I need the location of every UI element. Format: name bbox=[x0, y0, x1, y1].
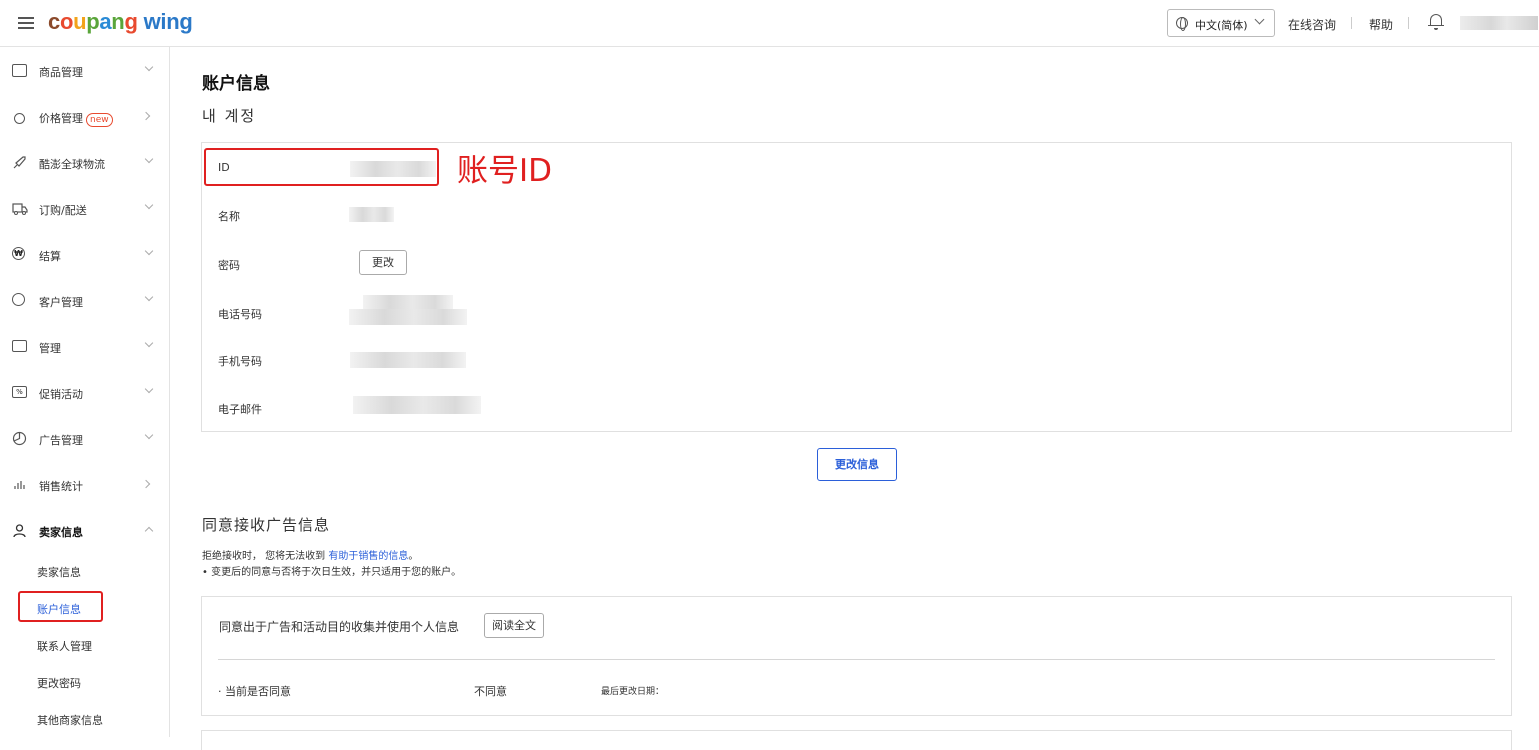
field-label-email: 电子邮件 bbox=[218, 403, 262, 416]
name-value-redacted bbox=[349, 207, 394, 222]
sidebar: 商品管理 价格管理 new 酷澎全球物流 订购/配送 ₩ 结算 客户管理 管理 %… bbox=[0, 47, 170, 737]
divider bbox=[1351, 17, 1352, 29]
field-label-password: 密码 bbox=[218, 259, 240, 272]
sidebar-item-label: 酷澎全球物流 bbox=[39, 158, 105, 171]
bell-icon[interactable] bbox=[1428, 13, 1444, 30]
sidebar-item-label: 销售统计 bbox=[39, 480, 83, 493]
sales-info-link[interactable]: 有助于销售的信息 bbox=[328, 551, 408, 562]
bars-icon bbox=[12, 477, 27, 492]
consent-status-value: 不同意 bbox=[474, 685, 507, 698]
ad-consent-bullet: • 变更后的同意与否将于次日生效，并只适用于您的账户。 bbox=[202, 567, 462, 578]
update-info-button[interactable]: 更改信息 bbox=[817, 448, 897, 481]
sidebar-item-customer-management[interactable]: 客户管理 bbox=[0, 285, 169, 315]
chevron-right-icon bbox=[141, 111, 151, 121]
sidebar-item-settlement[interactable]: ₩ 结算 bbox=[0, 239, 169, 269]
divider bbox=[218, 659, 1495, 660]
sidebar-item-ad-management[interactable]: 广告管理 bbox=[0, 423, 169, 453]
email-value-redacted bbox=[353, 396, 481, 414]
sidebar-item-label: 管理 bbox=[39, 342, 61, 355]
sidebar-item-order-delivery[interactable]: 订购/配送 bbox=[0, 193, 169, 223]
language-select[interactable]: 中文(简体) bbox=[1167, 9, 1275, 37]
smile-icon bbox=[12, 293, 25, 306]
subnav-change-password[interactable]: 更改密码 bbox=[37, 675, 81, 691]
field-label-phone: 电话号码 bbox=[218, 308, 262, 321]
account-section-title: 내 계정 bbox=[202, 107, 257, 125]
sidebar-item-label: 促销活动 bbox=[39, 388, 83, 401]
chevron-down-icon bbox=[144, 384, 154, 394]
sidebar-item-label: 订购/配送 bbox=[39, 204, 87, 217]
ad-consent-note: 拒绝接收时， 您将无法收到 有助于销售的信息。 bbox=[202, 551, 419, 562]
subnav-seller-info[interactable]: 卖家信息 bbox=[37, 564, 81, 580]
chevron-down-icon bbox=[144, 200, 154, 210]
sidebar-item-product-management[interactable]: 商品管理 bbox=[0, 55, 169, 85]
page-title: 账户信息 bbox=[202, 74, 270, 94]
annotation-account-id: 账号ID bbox=[457, 153, 553, 189]
field-label-mobile: 手机号码 bbox=[218, 355, 262, 368]
store-icon bbox=[12, 340, 27, 352]
new-badge: new bbox=[86, 113, 113, 127]
sidebar-item-label: 商品管理 bbox=[39, 66, 83, 79]
chevron-down-icon bbox=[144, 338, 154, 348]
globe-icon bbox=[1176, 17, 1188, 31]
top-bar: coupang wing 中文(简体) 在线咨询 帮助 bbox=[0, 0, 1539, 47]
field-label-id: ID bbox=[218, 161, 230, 174]
sidebar-item-label: 结算 bbox=[39, 250, 61, 263]
sidebar-item-price-management[interactable]: 价格管理 new bbox=[0, 101, 169, 131]
chevron-down-icon bbox=[144, 246, 154, 256]
box-icon bbox=[12, 64, 27, 77]
help-link[interactable]: 帮助 bbox=[1369, 16, 1393, 33]
ad-consent-section-title: 同意接收广告信息 bbox=[202, 516, 331, 534]
last-changed-label: 最后更改日期： bbox=[601, 687, 665, 697]
divider bbox=[1408, 17, 1409, 29]
sidebar-item-seller-info[interactable]: 卖家信息 bbox=[0, 515, 169, 545]
sidebar-item-label: 广告管理 bbox=[39, 434, 83, 447]
ad-consent-card: 同意出于广告和活动目的收集并使用个人信息 阅读全文 · 当前是否同意 不同意 最… bbox=[201, 596, 1512, 716]
mobile-value-redacted bbox=[350, 352, 466, 368]
chevron-down-icon bbox=[144, 62, 154, 72]
chevron-down-icon bbox=[144, 292, 154, 302]
main-content: 账户信息 내 계정 ID 账号ID 名称 密码 更改 电话号码 手机号码 电子邮… bbox=[170, 47, 1539, 750]
rocket-icon bbox=[12, 155, 27, 170]
highlight-box-account-info bbox=[18, 591, 103, 622]
truck-icon bbox=[12, 201, 28, 216]
pie-icon bbox=[12, 431, 27, 446]
ad-consent-label: 同意出于广告和活动目的收集并使用个人信息 bbox=[219, 620, 460, 634]
phone-value-redacted-top bbox=[363, 295, 453, 309]
field-label-name: 名称 bbox=[218, 210, 240, 223]
medal-icon bbox=[14, 113, 25, 124]
sidebar-item-promotions[interactable]: % 促销活动 bbox=[0, 377, 169, 407]
coupang-wing-logo[interactable]: coupang wing bbox=[48, 9, 193, 35]
subnav-contact-management[interactable]: 联系人管理 bbox=[37, 638, 92, 654]
consent-status-label: · 当前是否同意 bbox=[218, 685, 291, 698]
chevron-down-icon bbox=[1254, 14, 1265, 25]
read-full-text-button[interactable]: 阅读全文 bbox=[484, 613, 544, 638]
change-password-button[interactable]: 更改 bbox=[359, 250, 407, 275]
next-card bbox=[201, 730, 1512, 750]
chevron-up-icon bbox=[144, 526, 154, 536]
phone-value-redacted bbox=[349, 309, 467, 325]
sidebar-item-sales-stats[interactable]: 销售统计 bbox=[0, 469, 169, 499]
sidebar-item-label: 价格管理 new bbox=[39, 110, 113, 127]
menu-icon[interactable] bbox=[18, 17, 34, 29]
subnav-other-merchant-info[interactable]: 其他商家信息 bbox=[37, 712, 103, 728]
person-icon bbox=[12, 523, 27, 538]
chevron-down-icon bbox=[144, 154, 154, 164]
sidebar-item-label: 卖家信息 bbox=[39, 526, 83, 539]
sidebar-item-global-logistics[interactable]: 酷澎全球物流 bbox=[0, 147, 169, 177]
sidebar-item-label: 客户管理 bbox=[39, 296, 83, 309]
online-consult-link[interactable]: 在线咨询 bbox=[1288, 16, 1336, 33]
id-value-redacted bbox=[350, 161, 436, 177]
coupon-icon: % bbox=[12, 386, 27, 398]
chevron-right-icon bbox=[141, 479, 151, 489]
user-account-redacted[interactable] bbox=[1460, 16, 1538, 30]
chevron-down-icon bbox=[144, 430, 154, 440]
language-label: 中文(简体) bbox=[1195, 19, 1248, 32]
won-icon: ₩ bbox=[12, 247, 25, 260]
sidebar-item-management[interactable]: 管理 bbox=[0, 331, 169, 361]
